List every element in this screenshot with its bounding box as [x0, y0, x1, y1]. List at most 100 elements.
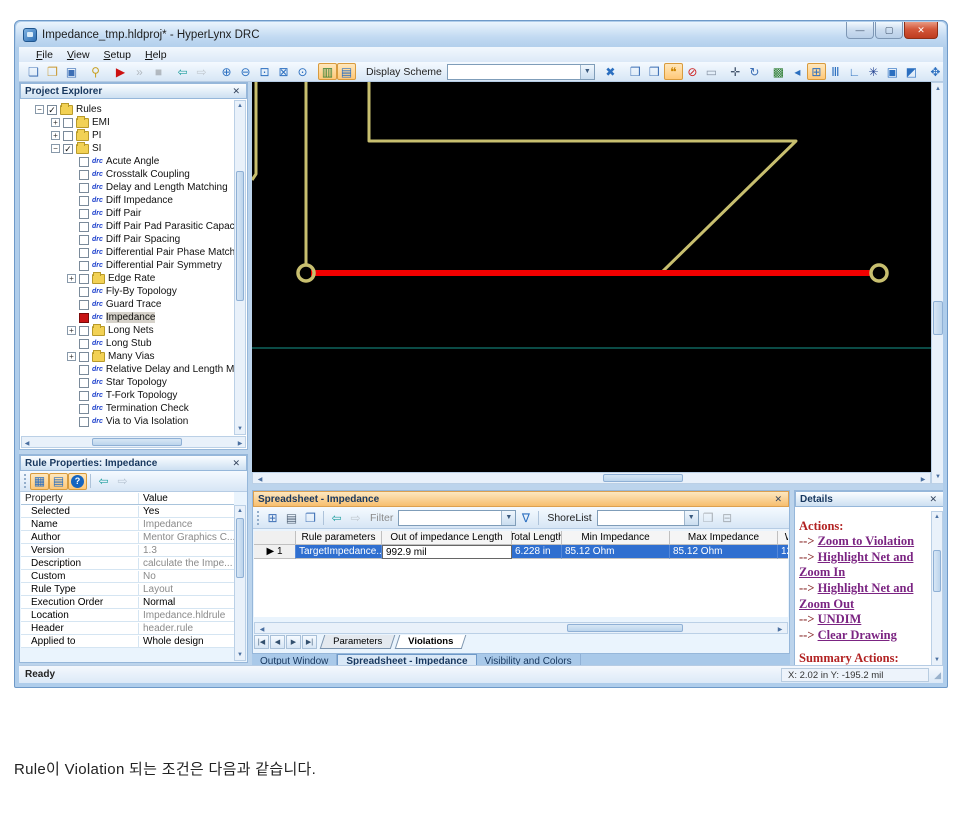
tree-item-relative-delay-and-length-mat[interactable]: drc Relative Delay and Length Mat: [21, 363, 234, 376]
close-icon[interactable]: ✕: [230, 458, 242, 469]
run-icon[interactable]: ▶: [111, 63, 130, 80]
minimize-button[interactable]: —: [846, 22, 874, 39]
sharelist-combobox[interactable]: ▼: [596, 509, 699, 526]
collapse-icon[interactable]: −: [51, 144, 60, 153]
maximize-button[interactable]: ▢: [875, 22, 903, 39]
pe-hscrollbar[interactable]: ◀ ▶: [21, 436, 246, 448]
close-icon[interactable]: ✕: [772, 494, 784, 505]
details-vscrollbar[interactable]: ▲ ▼: [931, 511, 943, 665]
back-arrow-icon[interactable]: ⇦: [327, 509, 346, 526]
expand-icon[interactable]: +: [67, 326, 76, 335]
filter-combobox[interactable]: ▼: [398, 509, 517, 526]
canvas-vscrollbar[interactable]: ▲ ▼: [931, 82, 943, 484]
grid-column-header[interactable]: Rule parameters: [296, 531, 382, 545]
zoom-fit-icon[interactable]: ⊠: [274, 63, 293, 80]
rule-checkbox[interactable]: [79, 364, 89, 375]
rule-checkbox[interactable]: [79, 351, 89, 362]
tree-item-t-fork-topology[interactable]: drc T-Fork Topology: [21, 389, 234, 402]
property-row[interactable]: Name Impedance: [21, 518, 234, 531]
zoom-out-icon[interactable]: ⊖: [236, 63, 255, 80]
action-link-undim[interactable]: UNDIM: [818, 612, 862, 626]
tree-item-diff-pair-spacing[interactable]: drc Diff Pair Spacing: [21, 233, 234, 246]
tree-item-acute-angle[interactable]: drc Acute Angle: [21, 155, 234, 168]
rp-vscrollbar[interactable]: ▲ ▼: [234, 505, 246, 661]
swap-nets-icon[interactable]: ✖: [601, 63, 620, 80]
grid-cell[interactable]: 85.12 Ohm: [562, 545, 670, 559]
categorized-view-icon[interactable]: ▦: [30, 472, 49, 490]
rule-checkbox[interactable]: [79, 403, 89, 414]
property-row[interactable]: Rule Type Layout: [21, 583, 234, 596]
ruler-icon[interactable]: ▭: [702, 63, 721, 80]
tree-item-differential-pair-phase-matchin[interactable]: drc Differential Pair Phase Matchin: [21, 246, 234, 259]
tree-item-impedance[interactable]: drc Impedance: [21, 311, 234, 324]
tree-item-guard-trace[interactable]: drc Guard Trace: [21, 298, 234, 311]
probe-icon[interactable]: ⚲: [86, 63, 105, 80]
tree-item-rules[interactable]: − ✓ Rules: [21, 102, 234, 116]
tree-item-edge-rate[interactable]: + Edge Rate: [21, 271, 234, 285]
rule-checkbox[interactable]: [79, 247, 89, 258]
sheet-nav-0[interactable]: |◀: [254, 635, 269, 649]
board-icon[interactable]: ▩: [769, 63, 788, 80]
copy-icon[interactable]: ❐: [301, 509, 320, 526]
rule-checkbox[interactable]: [79, 325, 89, 336]
grid-hscrollbar[interactable]: ◀ ▶: [254, 622, 788, 634]
menu-help[interactable]: Help: [138, 48, 174, 62]
display-scheme-combobox[interactable]: ▼: [446, 63, 595, 80]
tree-item-long-nets[interactable]: + Long Nets: [21, 323, 234, 337]
grid-cell[interactable]: 85.12 Ohm: [670, 545, 778, 559]
rule-checkbox[interactable]: ✓: [63, 143, 73, 154]
rule-checkbox[interactable]: [63, 130, 73, 141]
grid-cell[interactable]: TargetImpedance...: [296, 545, 382, 559]
forward-arrow-icon[interactable]: ⇨: [346, 509, 365, 526]
sheet-nav-3[interactable]: ▶|: [302, 635, 317, 649]
rule-properties-header[interactable]: Rule Properties: Impedance ✕: [20, 455, 247, 471]
stop-icon[interactable]: ■: [149, 63, 168, 80]
rule-checkbox[interactable]: [79, 260, 89, 271]
stub-icon[interactable]: ∟: [845, 63, 864, 80]
tree-item-differential-pair-symmetry[interactable]: drc Differential Pair Symmetry: [21, 259, 234, 272]
grid-cell[interactable]: 12 mil: [778, 545, 788, 559]
grid-column-header[interactable]: Max Impedance: [670, 531, 778, 545]
run-all-icon[interactable]: »: [130, 63, 149, 80]
print-icon[interactable]: ▤: [282, 509, 301, 526]
property-row[interactable]: Location Impedance.hldrule: [21, 609, 234, 622]
docked-tab-output-window[interactable]: Output Window: [252, 654, 338, 665]
back-arrow-icon[interactable]: ⇦: [94, 473, 113, 490]
property-row[interactable]: Version 1.3: [21, 544, 234, 557]
export-grid-icon[interactable]: ⊞: [263, 509, 282, 526]
select-probe-icon[interactable]: ✛: [726, 63, 745, 80]
pe-vscrollbar[interactable]: ▲ ▼: [234, 100, 246, 435]
project-explorer-header[interactable]: Project Explorer ✕: [20, 83, 247, 99]
grid-column-header[interactable]: Total Length: [512, 531, 562, 545]
rule-checkbox[interactable]: [79, 169, 89, 180]
collapse-icon[interactable]: −: [35, 105, 44, 114]
chip-icon[interactable]: ▣: [883, 63, 902, 80]
prev-error-icon[interactable]: ◂: [788, 63, 807, 80]
rule-checkbox[interactable]: [79, 182, 89, 193]
tree-item-emi[interactable]: + EMI: [21, 115, 234, 129]
layer-hatch-icon[interactable]: ▤: [337, 63, 356, 80]
property-row[interactable]: Author Mentor Graphics C...: [21, 531, 234, 544]
rule-checkbox[interactable]: [63, 117, 73, 128]
tree-item-diff-pair-pad-parasitic-capacit[interactable]: drc Diff Pair Pad Parasitic Capacit: [21, 220, 234, 233]
rule-checkbox[interactable]: [79, 156, 89, 167]
tree-item-diff-impedance[interactable]: drc Diff Impedance: [21, 194, 234, 207]
zoom-window-icon[interactable]: ⊡: [255, 63, 274, 80]
property-row[interactable]: Applied to Whole design: [21, 635, 234, 648]
rule-checkbox[interactable]: [79, 299, 89, 310]
export-sharelist-icon[interactable]: ⊟: [718, 509, 737, 526]
expand-icon[interactable]: +: [51, 131, 60, 140]
rule-checkbox[interactable]: [79, 390, 89, 401]
save-icon[interactable]: ▣: [62, 63, 81, 80]
rule-checkbox[interactable]: [79, 416, 89, 427]
tree-item-crosstalk-coupling[interactable]: drc Crosstalk Coupling: [21, 168, 234, 181]
help-icon[interactable]: ?: [68, 472, 87, 490]
copy-html-icon[interactable]: ❒: [626, 63, 645, 80]
pcb-canvas[interactable]: [250, 82, 931, 472]
forward-arrow-icon[interactable]: ⇨: [113, 473, 132, 490]
menu-file[interactable]: File: [29, 48, 60, 62]
docked-tab-spreadsheet-impedance[interactable]: Spreadsheet - Impedance: [337, 654, 477, 665]
zoom-previous-icon[interactable]: ⊙: [293, 63, 312, 80]
zoom-in-icon[interactable]: ⊕: [217, 63, 236, 80]
copy-net-icon[interactable]: ❒: [645, 63, 664, 80]
